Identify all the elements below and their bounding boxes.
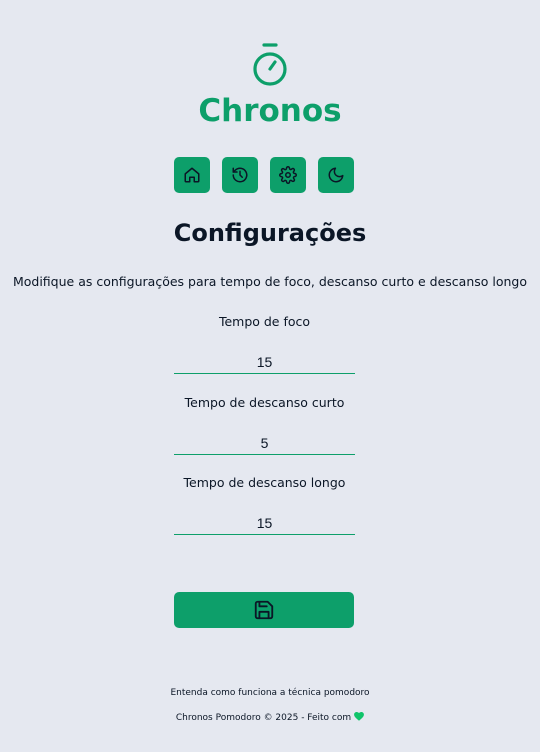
stopwatch-icon [253, 43, 287, 86]
long-break-field: Tempo de descanso longo [174, 475, 355, 535]
moon-icon [328, 167, 344, 183]
history-button[interactable] [222, 157, 258, 193]
page-title: Configurações [173, 219, 367, 247]
save-floppy-icon [254, 600, 274, 620]
focus-time-field: Tempo de foco [174, 314, 355, 374]
copyright-text: Chronos Pomodoro © 2025 - Feito com [175, 713, 352, 723]
heart-icon [354, 712, 365, 721]
history-icon [232, 167, 248, 183]
footer-copyright: Chronos Pomodoro © 2025 - Feito com [0, 712, 540, 723]
home-button[interactable] [174, 157, 210, 193]
short-break-label: Tempo de descanso curto [184, 395, 345, 410]
main-nav [174, 157, 354, 193]
save-button[interactable] [174, 592, 354, 628]
focus-time-input[interactable] [174, 351, 355, 374]
app-title[interactable]: Chronos [0, 93, 540, 129]
settings-gear-icon [279, 166, 297, 184]
home-icon [184, 167, 200, 183]
short-break-input[interactable] [174, 432, 355, 455]
theme-toggle-button[interactable] [318, 157, 354, 193]
settings-page: Chronos Configurações Modifique as confi… [0, 0, 540, 752]
long-break-input[interactable] [174, 512, 355, 535]
page-description: Modifique as configurações para tempo de… [12, 274, 528, 289]
settings-button[interactable] [270, 157, 306, 193]
short-break-field: Tempo de descanso curto [174, 395, 355, 455]
pomodoro-info-link[interactable]: Entenda como funciona a técnica pomodoro [0, 688, 540, 698]
logo[interactable] [0, 42, 540, 92]
long-break-label: Tempo de descanso longo [183, 475, 346, 490]
focus-time-label: Tempo de foco [218, 314, 311, 329]
